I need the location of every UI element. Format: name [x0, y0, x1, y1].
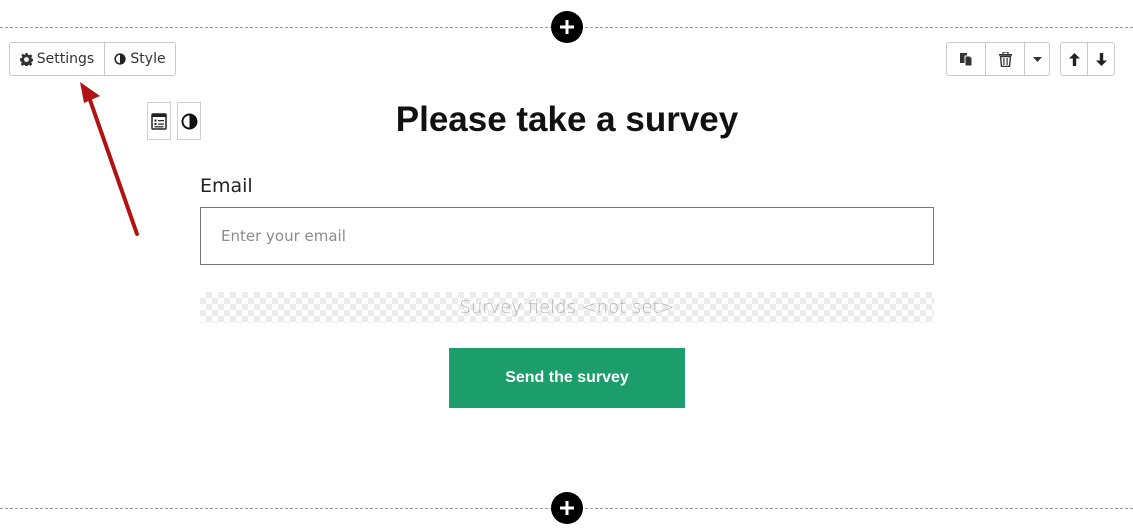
email-label: Email [200, 175, 253, 197]
copy-icon [960, 52, 973, 66]
arrow-down-icon [1095, 52, 1107, 66]
more-options-dropdown[interactable] [1024, 43, 1049, 75]
form-icon [151, 112, 167, 130]
gear-icon [19, 52, 33, 66]
contrast-icon [114, 53, 127, 65]
style-button[interactable]: Style [104, 43, 175, 75]
survey-fields-placeholder[interactable]: Survey fields <not set> [200, 292, 934, 323]
form-title: Please take a survey [395, 100, 739, 139]
email-field[interactable]: Enter your email [200, 207, 934, 265]
caret-down-icon [1032, 56, 1042, 62]
block-settings-toolbar: Settings Style [9, 42, 176, 76]
send-survey-label: Send the survey [505, 369, 629, 386]
copy-button[interactable] [947, 43, 985, 75]
block-move-toolbar [1060, 42, 1115, 76]
delete-button[interactable] [985, 43, 1024, 75]
style-label: Style [130, 51, 166, 67]
move-up-button[interactable] [1061, 43, 1087, 75]
survey-fields-text: Survey fields <not set> [459, 297, 675, 318]
settings-button[interactable]: Settings [10, 43, 104, 75]
email-placeholder: Enter your email [221, 227, 346, 245]
plus-icon [560, 20, 574, 34]
form-settings-button[interactable] [147, 102, 171, 140]
plus-icon [560, 501, 574, 515]
settings-label: Settings [36, 51, 95, 67]
contrast-icon [181, 113, 197, 129]
send-survey-button[interactable]: Send the survey [449, 348, 685, 408]
trash-icon [998, 51, 1012, 67]
add-block-bottom-button[interactable] [551, 492, 583, 524]
add-block-top-button[interactable] [551, 11, 583, 43]
move-down-button[interactable] [1087, 43, 1114, 75]
arrow-up-icon [1068, 52, 1080, 66]
form-style-button[interactable] [177, 102, 201, 140]
annotation-arrow [80, 82, 139, 236]
block-actions-toolbar [946, 42, 1050, 76]
